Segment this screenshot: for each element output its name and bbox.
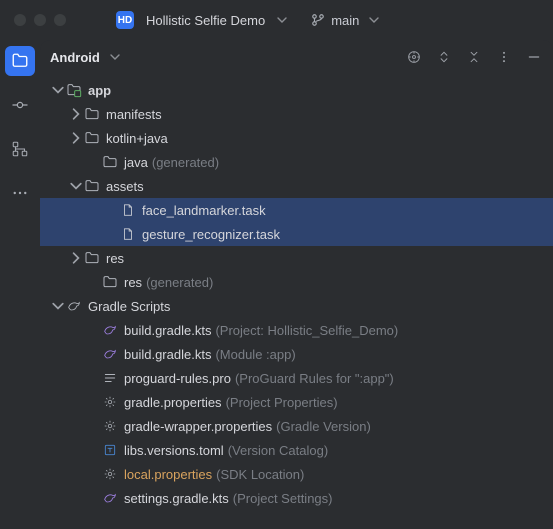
tree-row[interactable]: local.properties (SDK Location) xyxy=(40,462,553,486)
tree-item-hint: (Project: Hollistic_Selfie_Demo) xyxy=(215,323,398,338)
gear-icon xyxy=(102,466,118,482)
tree-item-label: Gradle Scripts xyxy=(88,299,170,314)
folder-gen-icon xyxy=(102,154,118,170)
expand-all-icon[interactable] xyxy=(435,48,453,66)
tree-item-hint: (generated) xyxy=(146,275,213,290)
module-icon xyxy=(66,82,82,98)
folder-icon xyxy=(84,106,100,122)
tree-row[interactable]: settings.gradle.kts (Project Settings) xyxy=(40,486,553,510)
tree-row[interactable]: gradle.properties (Project Properties) xyxy=(40,390,553,414)
kts-icon xyxy=(102,322,118,338)
tree-item-hint: (generated) xyxy=(152,155,219,170)
tree-item-label: face_landmarker.task xyxy=(142,203,266,218)
tree-item-label: res xyxy=(124,275,142,290)
kts-icon xyxy=(102,490,118,506)
tree-row[interactable]: libs.versions.toml (Version Catalog) xyxy=(40,438,553,462)
tree-row[interactable]: gradle-wrapper.properties (Gradle Version… xyxy=(40,414,553,438)
gear-icon xyxy=(102,394,118,410)
kts-icon xyxy=(102,346,118,362)
tree-item-label: java xyxy=(124,155,148,170)
commit-tool-button[interactable] xyxy=(5,90,35,120)
chevron-right-icon[interactable] xyxy=(68,252,84,264)
tree-row[interactable]: java (generated) xyxy=(40,150,553,174)
tree-row[interactable]: proguard-rules.pro (ProGuard Rules for ":… xyxy=(40,366,553,390)
titlebar: HD Hollistic Selfie Demo main xyxy=(0,0,553,40)
panel-title[interactable]: Android xyxy=(50,50,100,65)
tree-item-label: gradle.properties xyxy=(124,395,222,410)
branch-icon xyxy=(311,13,325,27)
tree-item-hint: (Version Catalog) xyxy=(228,443,328,458)
tree-item-hint: (SDK Location) xyxy=(216,467,304,482)
traffic-minimize[interactable] xyxy=(34,14,46,26)
chevron-right-icon[interactable] xyxy=(68,132,84,144)
chevron-down-icon[interactable] xyxy=(277,15,287,25)
select-opened-file-icon[interactable] xyxy=(405,48,423,66)
folder-icon xyxy=(84,178,100,194)
tree-row[interactable]: build.gradle.kts (Module :app) xyxy=(40,342,553,366)
main-shell: Android xyxy=(0,40,553,529)
traffic-close[interactable] xyxy=(14,14,26,26)
panel-actions xyxy=(405,48,543,66)
chevron-down-icon xyxy=(369,15,379,25)
left-rail xyxy=(0,40,40,529)
more-tool-button[interactable] xyxy=(5,178,35,208)
tree-item-label: assets xyxy=(106,179,144,194)
traffic-zoom[interactable] xyxy=(54,14,66,26)
tree-row[interactable]: res xyxy=(40,246,553,270)
gradle-icon xyxy=(66,298,82,314)
tree-item-hint: (Gradle Version) xyxy=(276,419,371,434)
tree-item-label: res xyxy=(106,251,124,266)
window-traffic-lights xyxy=(14,14,66,26)
project-tree[interactable]: app manifests kotlin+java java (generated) as… xyxy=(40,74,553,529)
project-tool-button[interactable] xyxy=(5,46,35,76)
project-icon: HD xyxy=(116,11,134,29)
tree-item-label: app xyxy=(88,83,111,98)
tree-row[interactable]: face_landmarker.task xyxy=(40,198,553,222)
tree-item-label: build.gradle.kts xyxy=(124,323,211,338)
chevron-down-icon[interactable] xyxy=(68,180,84,192)
toml-icon xyxy=(102,442,118,458)
chevron-down-icon[interactable] xyxy=(50,300,66,312)
chevron-down-icon[interactable] xyxy=(50,84,66,96)
tree-row[interactable]: res (generated) xyxy=(40,270,553,294)
folder-res-icon xyxy=(102,274,118,290)
tree-item-hint: (Project Properties) xyxy=(226,395,338,410)
tree-item-hint: (Project Settings) xyxy=(233,491,333,506)
project-panel: Android xyxy=(40,40,553,529)
tree-item-label: kotlin+java xyxy=(106,131,168,146)
chevron-down-icon[interactable] xyxy=(110,52,120,62)
panel-header: Android xyxy=(40,40,553,74)
tree-row[interactable]: kotlin+java xyxy=(40,126,553,150)
tree-row[interactable]: build.gradle.kts (Project: Hollistic_Self… xyxy=(40,318,553,342)
file-icon xyxy=(120,202,136,218)
tree-item-hint: (Module :app) xyxy=(215,347,295,362)
branch-selector[interactable]: main xyxy=(311,13,379,28)
folder-res-icon xyxy=(84,250,100,266)
tree-item-label: manifests xyxy=(106,107,162,122)
panel-options-icon[interactable] xyxy=(495,48,513,66)
gear-icon xyxy=(102,418,118,434)
tree-row[interactable]: gesture_recognizer.task xyxy=(40,222,553,246)
branch-name: main xyxy=(331,13,359,28)
tree-item-label: local.properties xyxy=(124,467,212,482)
hide-panel-icon[interactable] xyxy=(525,48,543,66)
structure-tool-button[interactable] xyxy=(5,134,35,164)
tree-item-label: gradle-wrapper.properties xyxy=(124,419,272,434)
tree-item-label: libs.versions.toml xyxy=(124,443,224,458)
tree-item-label: settings.gradle.kts xyxy=(124,491,229,506)
tree-item-label: build.gradle.kts xyxy=(124,347,211,362)
tree-item-label: gesture_recognizer.task xyxy=(142,227,280,242)
folder-icon xyxy=(84,130,100,146)
tree-row[interactable]: manifests xyxy=(40,102,553,126)
tree-item-label: proguard-rules.pro xyxy=(124,371,231,386)
proguard-icon xyxy=(102,370,118,386)
tree-row[interactable]: app xyxy=(40,78,553,102)
tree-row[interactable]: assets xyxy=(40,174,553,198)
tree-item-hint: (ProGuard Rules for ":app") xyxy=(235,371,394,386)
chevron-right-icon[interactable] xyxy=(68,108,84,120)
collapse-all-icon[interactable] xyxy=(465,48,483,66)
tree-row[interactable]: Gradle Scripts xyxy=(40,294,553,318)
file-icon xyxy=(120,226,136,242)
project-name[interactable]: Hollistic Selfie Demo xyxy=(146,13,265,28)
